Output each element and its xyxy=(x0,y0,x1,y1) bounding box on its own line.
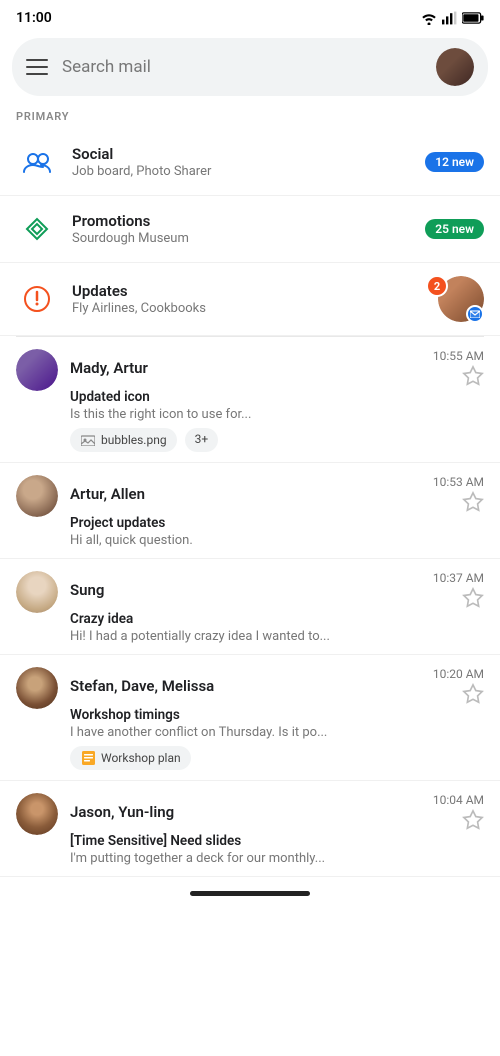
email-subject-stefan: Workshop timings xyxy=(70,707,484,723)
wifi-icon xyxy=(420,11,438,25)
email-content-jason: Jason, Yun-ling 10:04 AM [Time Sensitive… xyxy=(70,793,484,866)
email-row[interactable]: Sung 10:37 AM Crazy idea Hi! I had a pot… xyxy=(0,559,500,655)
updates-badge-wrap: 2 xyxy=(420,275,484,323)
status-time: 11:00 xyxy=(16,10,52,26)
attachment-image-icon xyxy=(80,432,96,448)
email-row[interactable]: Stefan, Dave, Melissa 10:20 AM Workshop … xyxy=(0,655,500,781)
social-icon xyxy=(21,146,53,178)
signal-icon xyxy=(442,11,458,25)
email-content-stefan: Stefan, Dave, Melissa 10:20 AM Workshop … xyxy=(70,667,484,770)
email-avatar-stefan xyxy=(16,667,58,709)
category-social[interactable]: Social Job board, Photo Sharer 12 new xyxy=(0,129,500,196)
home-indicator xyxy=(0,881,500,902)
email-avatar-jason xyxy=(16,793,58,835)
category-promotions[interactable]: Promotions Sourdough Museum 25 new xyxy=(0,196,500,263)
email-subject-jason: [Time Sensitive] Need slides xyxy=(70,833,484,849)
social-sub: Job board, Photo Sharer xyxy=(72,164,425,179)
email-subject-mady: Updated icon xyxy=(70,389,484,405)
section-label-primary: PRIMARY xyxy=(0,106,500,129)
social-badge: 12 new xyxy=(425,152,484,172)
social-name: Social xyxy=(72,145,425,163)
promotions-info: Promotions Sourdough Museum xyxy=(72,212,425,246)
email-content-sung: Sung 10:37 AM Crazy idea Hi! I had a pot… xyxy=(70,571,484,644)
search-bar[interactable]: Search mail xyxy=(12,38,488,96)
category-updates[interactable]: Updates Fly Airlines, Cookbooks 2 xyxy=(0,263,500,336)
social-icon-wrap xyxy=(16,141,58,183)
email-row[interactable]: Artur, Allen 10:53 AM Project updates Hi… xyxy=(0,463,500,559)
updates-name: Updates xyxy=(72,282,420,300)
updates-info: Updates Fly Airlines, Cookbooks xyxy=(72,282,420,316)
email-sender-sung: Sung xyxy=(70,581,104,599)
user-avatar-image xyxy=(436,48,474,86)
email-avatar-artur xyxy=(16,475,58,517)
social-info: Social Job board, Photo Sharer xyxy=(72,145,425,179)
updates-icon xyxy=(22,284,52,314)
email-row[interactable]: Jason, Yun-ling 10:04 AM [Time Sensitive… xyxy=(0,781,500,877)
attachments-mady: bubbles.png 3+ xyxy=(70,428,484,452)
attachment-doc-icon xyxy=(80,750,96,766)
menu-icon[interactable] xyxy=(26,59,48,75)
email-sender-artur: Artur, Allen xyxy=(70,485,145,503)
email-preview-stefan: I have another conflict on Thursday. Is … xyxy=(70,725,484,740)
status-icons xyxy=(420,11,484,25)
star-icon-mady[interactable] xyxy=(462,365,484,387)
email-sender-stefan: Stefan, Dave, Melissa xyxy=(70,677,214,695)
updates-icon-wrap xyxy=(16,278,58,320)
promotions-icon-wrap xyxy=(16,208,58,250)
email-content-mady: Mady, Artur 10:55 AM Updated icon Is thi… xyxy=(70,349,484,452)
email-time-stefan: 10:20 AM xyxy=(433,667,484,681)
home-bar xyxy=(190,891,310,896)
attachment-chip-workshop[interactable]: Workshop plan xyxy=(70,746,191,770)
email-subject-sung: Crazy idea xyxy=(70,611,484,627)
email-header-mady: Mady, Artur 10:55 AM xyxy=(70,349,484,387)
promotions-sub: Sourdough Museum xyxy=(72,231,425,246)
status-bar: 11:00 xyxy=(0,0,500,32)
email-preview-sung: Hi! I had a potentially crazy idea I wan… xyxy=(70,629,484,644)
attachment-name-workshop: Workshop plan xyxy=(101,751,181,765)
email-preview-jason: I'm putting together a deck for our mont… xyxy=(70,851,484,866)
more-attachments-chip[interactable]: 3+ xyxy=(185,428,219,452)
attachment-chip-bubbles[interactable]: bubbles.png xyxy=(70,428,177,452)
email-time-jason: 10:04 AM xyxy=(433,793,484,807)
star-icon-artur[interactable] xyxy=(462,491,484,513)
attachments-stefan: Workshop plan xyxy=(70,746,484,770)
email-sender-jason: Jason, Yun-ling xyxy=(70,803,174,821)
user-avatar[interactable] xyxy=(436,48,474,86)
updates-sub: Fly Airlines, Cookbooks xyxy=(72,301,420,316)
updates-count: 2 xyxy=(426,275,448,297)
search-placeholder[interactable]: Search mail xyxy=(62,57,422,77)
email-time-sung: 10:37 AM xyxy=(433,571,484,585)
promotions-name: Promotions xyxy=(72,212,425,230)
email-time-artur: 10:53 AM xyxy=(433,475,484,489)
star-icon-sung[interactable] xyxy=(462,587,484,609)
promotions-icon xyxy=(22,214,52,244)
star-icon-stefan[interactable] xyxy=(462,683,484,705)
promotions-badge: 25 new xyxy=(425,219,484,239)
email-subject-artur: Project updates xyxy=(70,515,484,531)
email-content-artur: Artur, Allen 10:53 AM Project updates Hi… xyxy=(70,475,484,548)
email-avatar-mady xyxy=(16,349,58,391)
star-icon-jason[interactable] xyxy=(462,809,484,831)
email-sender-mady: Mady, Artur xyxy=(70,359,148,377)
attachment-name-bubbles: bubbles.png xyxy=(101,433,167,447)
battery-icon xyxy=(462,12,484,24)
updates-email-icon xyxy=(466,305,484,323)
email-preview-mady: Is this the right icon to use for... xyxy=(70,407,484,422)
email-preview-artur: Hi all, quick question. xyxy=(70,533,484,548)
email-time-mady: 10:55 AM xyxy=(433,349,484,363)
email-row[interactable]: Mady, Artur 10:55 AM Updated icon Is thi… xyxy=(0,337,500,463)
email-right-mady: 10:55 AM xyxy=(425,349,484,387)
email-avatar-sung xyxy=(16,571,58,613)
